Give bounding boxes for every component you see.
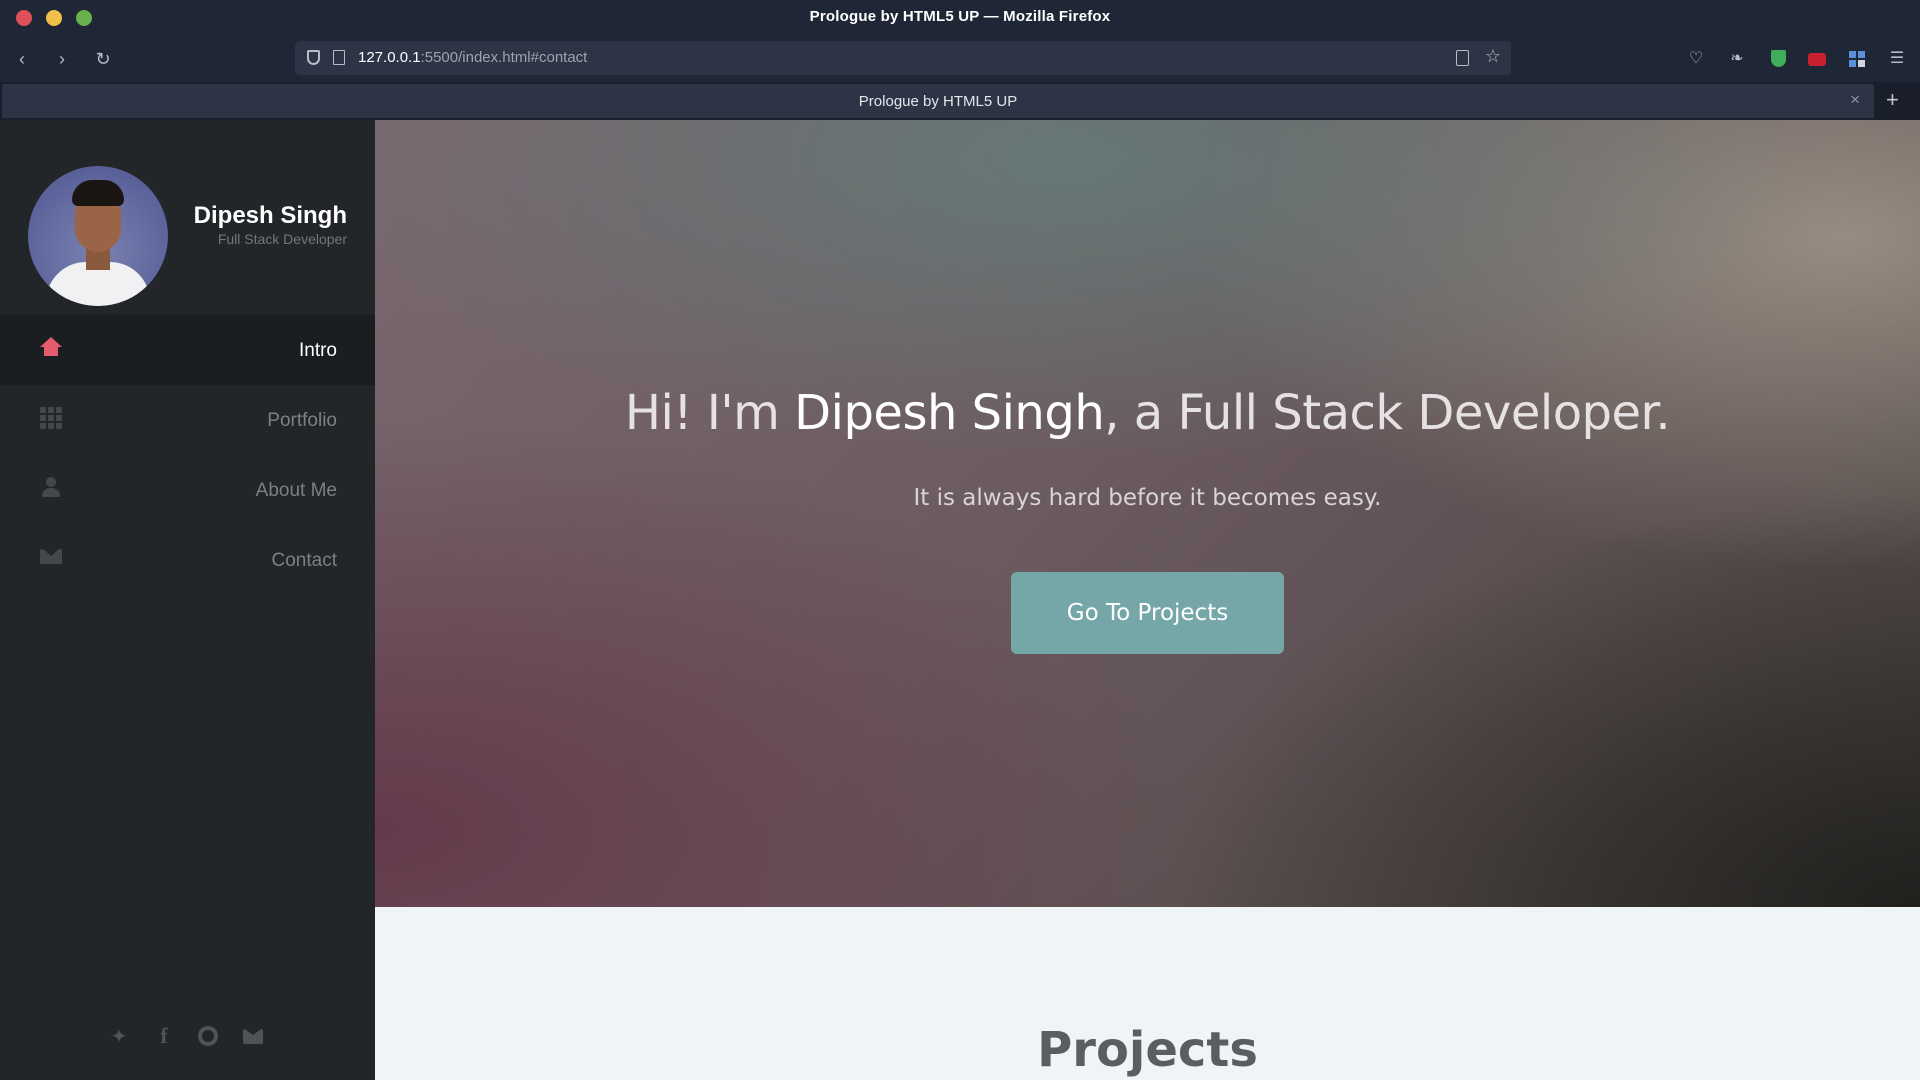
user-icon xyxy=(40,477,62,499)
tab-active[interactable]: Prologue by HTML5 UP × xyxy=(2,84,1874,118)
url-text[interactable]: 127.0.0.1:5500/index.html#contact xyxy=(358,49,587,66)
hero-title-post: , a Full Stack Developer. xyxy=(1104,385,1671,441)
forward-icon[interactable]: › xyxy=(48,45,76,73)
projects-title: Projects xyxy=(1037,1022,1258,1078)
url-path: :5500/index.html#contact xyxy=(420,49,588,66)
avatar xyxy=(28,166,168,306)
hero-subtitle: It is always hard before it becomes easy… xyxy=(913,485,1382,511)
nav-item-intro[interactable]: Intro xyxy=(0,315,375,385)
nav-label-contact: Contact xyxy=(271,550,337,571)
window-titlebar: Prologue by HTML5 UP — Mozilla Firefox xyxy=(0,0,1920,35)
reload-icon[interactable]: ↻ xyxy=(89,45,117,73)
envelope-icon[interactable] xyxy=(242,1025,264,1047)
profile-role: Full Stack Developer xyxy=(217,231,347,247)
hero-section: Hi! I'm Dipesh Singh, a Full Stack Devel… xyxy=(375,120,1920,907)
envelope-icon xyxy=(40,549,62,564)
shield-extension-icon[interactable] xyxy=(1767,48,1789,70)
grid-icon xyxy=(40,407,62,429)
nav-item-portfolio[interactable]: Portfolio xyxy=(0,385,375,455)
sidebar-nav: Intro Portfolio About Me Contact xyxy=(0,315,375,595)
nav-label-portfolio: Portfolio xyxy=(267,410,337,431)
pocket-icon[interactable]: ♡ xyxy=(1685,48,1707,70)
hero-title-name: Dipesh Singh xyxy=(794,385,1105,441)
shield-icon[interactable] xyxy=(307,50,320,65)
home-icon xyxy=(40,337,62,359)
sidebar: Dipesh Singh Full Stack Developer Intro … xyxy=(0,120,375,1080)
close-icon[interactable]: × xyxy=(1850,90,1860,110)
projects-section: Projects xyxy=(375,907,1920,1080)
extension-icon[interactable]: ❧ xyxy=(1726,48,1748,70)
nav-label-about-me: About Me xyxy=(255,480,337,501)
red-extension-icon[interactable] xyxy=(1806,48,1828,70)
back-icon[interactable]: ‹ xyxy=(8,45,36,73)
nav-label-intro: Intro xyxy=(298,340,337,361)
window-title: Prologue by HTML5 UP — Mozilla Firefox xyxy=(809,8,1111,25)
page-icon[interactable] xyxy=(333,50,345,65)
go-to-projects-button[interactable]: Go To Projects xyxy=(1011,572,1284,654)
twitter-icon[interactable]: ✦ xyxy=(108,1025,130,1047)
reader-view-icon[interactable] xyxy=(1456,50,1469,66)
new-tab-icon[interactable]: + xyxy=(1886,87,1899,113)
bookmark-star-icon[interactable]: ☆ xyxy=(1485,46,1501,67)
github-icon[interactable] xyxy=(197,1025,219,1047)
facebook-icon[interactable]: f xyxy=(153,1025,175,1047)
nav-item-about-me[interactable]: About Me xyxy=(0,455,375,525)
url-host: 127.0.0.1 xyxy=(358,49,421,66)
tab-strip: Prologue by HTML5 UP × + xyxy=(0,82,1920,120)
nav-item-contact[interactable]: Contact xyxy=(0,525,375,595)
tab-title: Prologue by HTML5 UP xyxy=(858,93,1018,110)
social-links: ✦ f xyxy=(108,1025,268,1055)
hero-title: Hi! I'm Dipesh Singh, a Full Stack Devel… xyxy=(375,385,1920,441)
url-bar[interactable]: 127.0.0.1:5500/index.html#contact ☆ xyxy=(295,41,1511,75)
menu-icon[interactable]: ☰ xyxy=(1886,48,1908,70)
hero-title-pre: Hi! I'm xyxy=(624,385,795,441)
profile-name: Dipesh Singh xyxy=(193,202,347,229)
browser-toolbar: ‹ › ↻ 127.0.0.1:5500/index.html#contact … xyxy=(0,35,1920,82)
grid-extension-icon[interactable] xyxy=(1846,48,1868,70)
